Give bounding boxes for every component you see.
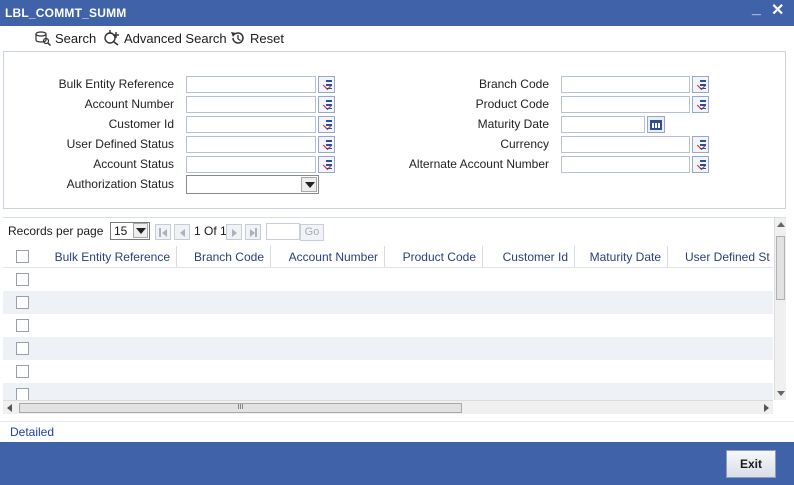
account-number-lov-icon[interactable] bbox=[318, 96, 335, 113]
currency-label: Currency bbox=[500, 137, 549, 151]
column-header-branch-code[interactable]: Branch Code bbox=[177, 246, 271, 267]
branch-code-label: Branch Code bbox=[478, 77, 549, 91]
alternate-account-number-lov-icon[interactable] bbox=[692, 156, 709, 173]
table-row[interactable] bbox=[3, 268, 773, 291]
scroll-down-icon[interactable] bbox=[777, 391, 785, 396]
bulk-entity-reference-input[interactable] bbox=[186, 76, 316, 93]
last-page-icon[interactable] bbox=[245, 224, 261, 240]
maturity-date-label: Maturity Date bbox=[477, 117, 549, 131]
account-number-label: Account Number bbox=[84, 97, 174, 111]
alternate-account-number-label: Alternate Account Number bbox=[408, 157, 549, 171]
search-button[interactable]: Search bbox=[34, 30, 96, 46]
horizontal-scrollbar[interactable]: III bbox=[3, 400, 773, 414]
reset-icon bbox=[231, 32, 244, 44]
scroll-left-icon[interactable] bbox=[7, 404, 12, 412]
table-row[interactable] bbox=[3, 337, 773, 360]
vertical-scroll-thumb[interactable] bbox=[776, 236, 785, 300]
search-label: Search bbox=[55, 30, 97, 46]
close-icon[interactable]: ✕ bbox=[771, 2, 784, 20]
row-checkbox[interactable] bbox=[16, 388, 29, 400]
table-row[interactable] bbox=[3, 314, 773, 337]
account-status-input[interactable] bbox=[186, 156, 316, 173]
row-checkbox[interactable] bbox=[16, 365, 29, 378]
reset-label: Reset bbox=[250, 30, 284, 46]
pager: Records per page 15 1 Of 1 Go bbox=[3, 218, 773, 244]
column-header-bulk-entity-reference[interactable]: Bulk Entity Reference bbox=[39, 246, 177, 267]
customer-id-input[interactable] bbox=[186, 116, 316, 133]
maturity-date-input[interactable] bbox=[561, 116, 645, 133]
exit-button[interactable]: Exit bbox=[726, 450, 776, 478]
user-defined-status-lov-icon[interactable] bbox=[318, 136, 335, 153]
bulk-entity-reference-lov-icon[interactable] bbox=[318, 76, 335, 93]
page-info: 1 Of 1 bbox=[194, 224, 227, 238]
account-number-input[interactable] bbox=[186, 96, 316, 113]
currency-input[interactable] bbox=[561, 136, 690, 153]
search-criteria-panel: Bulk Entity Reference Account Number Cus… bbox=[3, 51, 786, 209]
next-page-icon[interactable] bbox=[226, 224, 242, 240]
scroll-up-icon[interactable] bbox=[777, 222, 785, 227]
goto-page-input[interactable] bbox=[266, 223, 300, 240]
toolbar: Search Advanced Search Reset bbox=[0, 26, 794, 50]
user-defined-status-label: User Defined Status bbox=[66, 137, 174, 151]
vertical-scrollbar[interactable] bbox=[774, 218, 786, 400]
column-header-product-code[interactable]: Product Code bbox=[385, 246, 483, 267]
records-per-page-select[interactable]: 15 bbox=[110, 222, 150, 240]
table-row[interactable] bbox=[3, 383, 773, 400]
detailed-bar: Detailed bbox=[0, 421, 794, 442]
chevron-down-icon[interactable] bbox=[133, 223, 148, 238]
product-code-lov-icon[interactable] bbox=[692, 96, 709, 113]
row-checkbox[interactable] bbox=[16, 273, 29, 286]
authorization-status-select[interactable] bbox=[186, 175, 319, 194]
search-icon bbox=[35, 31, 52, 46]
detailed-link[interactable]: Detailed bbox=[10, 425, 54, 439]
branch-code-input[interactable] bbox=[561, 76, 690, 93]
account-status-lov-icon[interactable] bbox=[318, 156, 335, 173]
bulk-entity-reference-label: Bulk Entity Reference bbox=[58, 77, 174, 91]
results-grid: Records per page 15 1 Of 1 Go Bulk Entit… bbox=[3, 217, 786, 417]
title-bar: LBL_COMMT_SUMM _ ✕ bbox=[0, 0, 794, 26]
advanced-search-button[interactable]: Advanced Search bbox=[103, 30, 227, 46]
column-header-maturity-date[interactable]: Maturity Date bbox=[575, 246, 668, 267]
footer-bar: Exit bbox=[0, 442, 794, 485]
chevron-down-icon[interactable] bbox=[301, 177, 317, 192]
row-checkbox[interactable] bbox=[16, 342, 29, 355]
window-title: LBL_COMMT_SUMM bbox=[5, 6, 127, 20]
alternate-account-number-input[interactable] bbox=[561, 156, 690, 173]
horizontal-scroll-thumb[interactable]: III bbox=[19, 403, 462, 413]
scroll-right-icon[interactable] bbox=[764, 404, 769, 412]
minimize-icon[interactable]: _ bbox=[752, 0, 761, 18]
account-status-label: Account Status bbox=[93, 157, 174, 171]
row-checkbox[interactable] bbox=[16, 296, 29, 309]
branch-code-lov-icon[interactable] bbox=[692, 76, 709, 93]
table-header: Bulk Entity Reference Branch Code Accoun… bbox=[3, 246, 773, 268]
records-per-page-label: Records per page bbox=[8, 224, 104, 238]
user-defined-status-input[interactable] bbox=[186, 136, 316, 153]
advanced-search-icon bbox=[104, 30, 119, 46]
table-row[interactable] bbox=[3, 360, 773, 383]
records-per-page-value: 15 bbox=[114, 224, 128, 238]
first-page-icon[interactable] bbox=[155, 224, 171, 240]
select-all-checkbox[interactable] bbox=[16, 250, 29, 263]
column-header-customer-id[interactable]: Customer Id bbox=[483, 246, 575, 267]
product-code-input[interactable] bbox=[561, 96, 690, 113]
currency-lov-icon[interactable] bbox=[692, 136, 709, 153]
table-body bbox=[3, 268, 773, 400]
previous-page-icon[interactable] bbox=[174, 224, 190, 240]
customer-id-label: Customer Id bbox=[108, 117, 174, 131]
product-code-label: Product Code bbox=[475, 97, 549, 111]
reset-button[interactable]: Reset bbox=[229, 30, 284, 46]
go-button[interactable]: Go bbox=[300, 224, 324, 241]
advanced-search-label: Advanced Search bbox=[124, 30, 227, 46]
customer-id-lov-icon[interactable] bbox=[318, 116, 335, 133]
column-header-user-defined-status[interactable]: User Defined St bbox=[668, 246, 773, 267]
authorization-status-label: Authorization Status bbox=[66, 177, 174, 191]
row-checkbox[interactable] bbox=[16, 319, 29, 332]
calendar-icon[interactable] bbox=[647, 116, 665, 133]
table-row[interactable] bbox=[3, 291, 773, 314]
column-header-account-number[interactable]: Account Number bbox=[271, 246, 385, 267]
